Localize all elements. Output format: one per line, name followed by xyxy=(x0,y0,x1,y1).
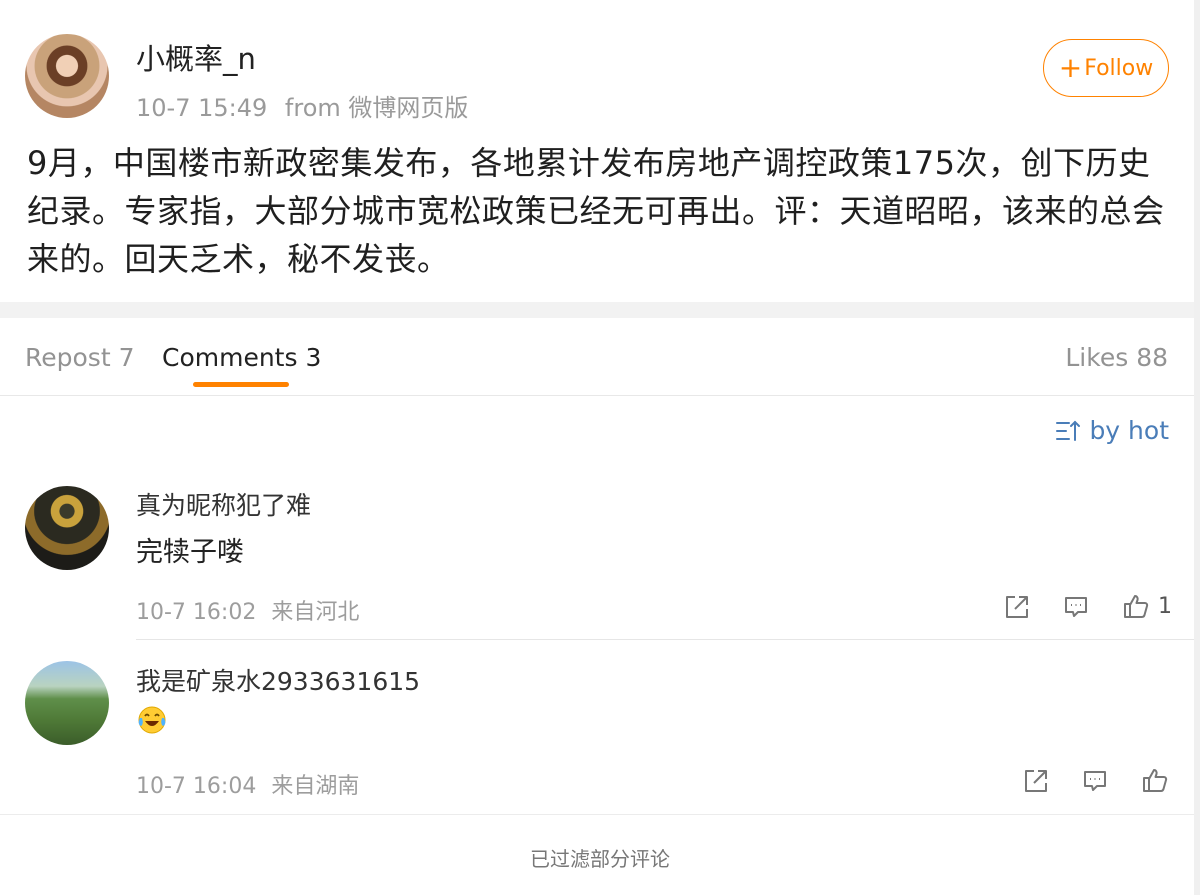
commenter-name[interactable]: 真为昵称犯了难 xyxy=(136,486,311,522)
sort-label: by hot xyxy=(1089,416,1169,445)
follow-button[interactable]: + Follow xyxy=(1043,39,1169,97)
commenter-name[interactable]: 我是矿泉水2933631615 xyxy=(136,662,420,698)
author-avatar[interactable] xyxy=(25,34,109,118)
comment-text: 完犊子喽 xyxy=(136,537,244,568)
share-button[interactable] xyxy=(1004,594,1030,620)
comment-meta: 10-7 16:02 来自河北 xyxy=(136,594,359,626)
post-source[interactable]: 微博网页版 xyxy=(348,94,468,122)
reply-button[interactable] xyxy=(1063,594,1089,620)
comment-meta: 10-7 16:04 来自湖南 xyxy=(136,768,359,800)
comment-icon xyxy=(1084,771,1106,791)
author-name[interactable]: 小概率_n xyxy=(136,36,256,78)
thumbs-up-icon xyxy=(1124,595,1149,618)
post-tabs: Repost 7 Comments 3 Likes 88 xyxy=(0,318,1200,396)
post-time: 10-7 15:49 xyxy=(136,94,268,122)
laughing-tears-emoji-icon xyxy=(138,706,166,734)
thumbs-up-icon xyxy=(1143,769,1168,792)
plus-icon: + xyxy=(1058,51,1083,84)
list-bottom-divider xyxy=(0,814,1200,815)
share-icon xyxy=(1025,770,1047,792)
comment-icon xyxy=(1065,597,1087,617)
filtered-comments-note: 已过滤部分评论 xyxy=(530,847,670,871)
commenter-avatar[interactable] xyxy=(25,486,109,570)
sort-by-hot-button[interactable]: by hot xyxy=(1055,416,1169,445)
weibo-post: 小概率_n 10-7 15:49 from 微博网页版 + Follow 9月，… xyxy=(0,0,1200,302)
follow-label: Follow xyxy=(1084,55,1154,81)
commenter-avatar[interactable] xyxy=(25,661,109,745)
like-button[interactable] xyxy=(1141,766,1169,794)
comment-location: 来自湖南 xyxy=(271,774,360,799)
like-button[interactable]: 1 xyxy=(1122,592,1172,620)
like-count: 1 xyxy=(1158,593,1172,619)
post-meta: 10-7 15:49 from 微博网页版 xyxy=(136,88,468,123)
section-gap xyxy=(0,302,1200,318)
reply-button[interactable] xyxy=(1082,768,1108,794)
active-tab-indicator xyxy=(193,382,289,387)
sort-icon xyxy=(1056,420,1081,441)
comment-time: 10-7 16:04 xyxy=(136,774,257,799)
share-icon xyxy=(1006,596,1028,618)
share-button[interactable] xyxy=(1023,768,1049,794)
comment-emoji-body xyxy=(136,704,168,743)
scrollbar[interactable] xyxy=(1194,0,1200,895)
post-text: 9月，中国楼市新政密集发布，各地累计发布房地产调控政策175次，创下历史纪录。专… xyxy=(27,144,1165,278)
comment-location: 来自河北 xyxy=(271,600,360,625)
comment-divider xyxy=(136,639,1200,640)
tab-likes[interactable]: Likes 88 xyxy=(1065,343,1168,372)
tab-comments[interactable]: Comments 3 xyxy=(162,343,321,372)
comment-time: 10-7 16:02 xyxy=(136,600,257,625)
post-from-label: from xyxy=(284,94,341,122)
tab-repost[interactable]: Repost 7 xyxy=(25,343,134,372)
